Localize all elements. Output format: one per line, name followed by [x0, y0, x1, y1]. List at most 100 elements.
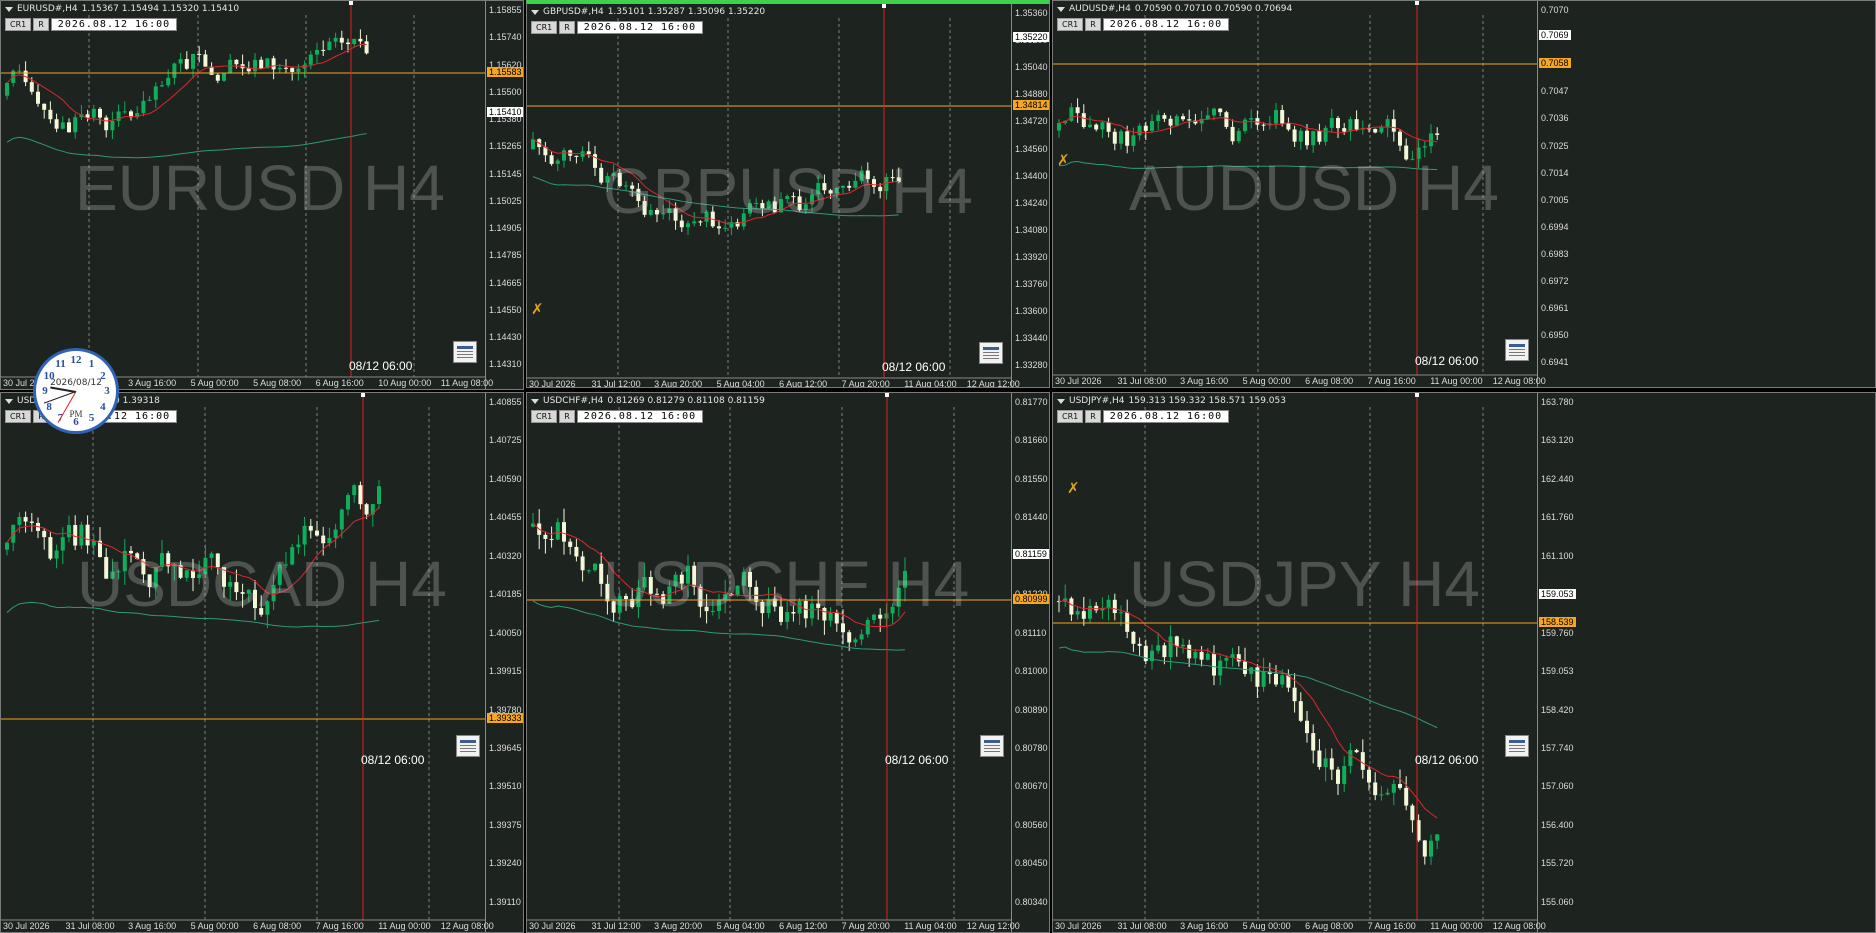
candle-body [1156, 645, 1161, 651]
price-axis[interactable] [1537, 1, 1538, 387]
drawing-object-icon[interactable]: ✗ [531, 300, 544, 318]
datetime-field[interactable]: 2026.08.12 16:00 [576, 410, 704, 423]
price-axis[interactable] [1011, 4, 1012, 387]
candle-body [562, 150, 566, 161]
chart-toolbar: CR1 R 2026.08.12 16:00 [531, 21, 704, 34]
candle-body [1292, 129, 1297, 142]
candle-body [240, 592, 245, 594]
price-tick-label: 0.81110 [1015, 627, 1047, 638]
chart-header: USDJPY#,H4 159.313 159.332 158.571 159.0… [1057, 396, 1286, 406]
r-button[interactable]: R [33, 18, 49, 31]
datetime-field[interactable]: 2026.08.12 16:00 [50, 18, 178, 31]
window-menu-icon[interactable] [531, 398, 539, 404]
candle-body [655, 210, 659, 215]
candle-body [1094, 605, 1099, 611]
datetime-field[interactable]: 2026.08.12 16:00 [1102, 18, 1230, 31]
candle-body [333, 37, 338, 42]
price-tick-label: 0.6961 [1541, 303, 1569, 314]
candle-body [865, 619, 870, 635]
candle-body [1373, 782, 1378, 796]
chart-window-1[interactable]: EURUSD#,H4 1.15367 1.15494 1.15320 1.154… [0, 0, 524, 390]
price-chart[interactable] [1, 393, 524, 933]
cr-button[interactable]: CR1 [1057, 18, 1084, 31]
price-tick-label: 1.33600 [1015, 306, 1048, 317]
candle-body [549, 155, 554, 164]
window-menu-icon[interactable] [5, 6, 13, 12]
chart-window-3[interactable]: AUDUSD#,H4 0.70590 0.70710 0.70590 0.706… [1052, 0, 1876, 388]
price-axis[interactable] [485, 1, 486, 389]
candle-body [692, 565, 697, 587]
price-chart[interactable] [1053, 393, 1876, 933]
candle-body [246, 589, 251, 594]
chart-properties-icon[interactable] [980, 735, 1004, 757]
candle-body [717, 599, 721, 612]
candle-body [1317, 750, 1322, 768]
time-tick-label: 5 Aug 08:00 [253, 378, 302, 388]
candle-body [1081, 113, 1086, 127]
current-price-badge: 1.15410 [487, 107, 523, 117]
candle-body [1069, 598, 1074, 615]
cr-button[interactable]: CR1 [1057, 410, 1084, 423]
drawing-object-icon[interactable]: ✗ [1067, 479, 1080, 497]
time-marker-label: 08/12 06:00 [349, 359, 413, 373]
price-chart[interactable] [527, 4, 1050, 388]
chart-window-6[interactable]: USDJPY#,H4 159.313 159.332 158.571 159.0… [1052, 392, 1876, 933]
price-tick-label: 1.15025 [489, 195, 522, 206]
price-tick-label: 1.34720 [1015, 116, 1048, 127]
cr-button[interactable]: CR1 [5, 410, 32, 423]
cr-button[interactable]: CR1 [5, 18, 32, 31]
candle-body [1174, 636, 1179, 647]
candle-body [1137, 643, 1142, 646]
chart-window-4[interactable]: USDCAD#,H4 1.39270 1.39318CR1 R 2026.08.… [0, 392, 524, 933]
current-price-badge: 159.053 [1539, 589, 1576, 599]
price-chart[interactable] [527, 393, 1050, 933]
price-axis[interactable] [1011, 393, 1012, 932]
window-menu-icon[interactable] [5, 398, 13, 404]
r-button[interactable]: R [1085, 18, 1101, 31]
candle-body [1410, 805, 1415, 821]
drawing-object-icon[interactable]: ✗ [1057, 151, 1070, 169]
candle-body [1174, 116, 1179, 126]
candle-body [1205, 115, 1210, 119]
price-axis[interactable] [1537, 393, 1538, 932]
candle-body [1379, 794, 1384, 796]
cr-button[interactable]: CR1 [531, 410, 558, 423]
time-tick-label: 31 Jul 08:00 [1117, 921, 1167, 931]
candle-body [1348, 750, 1353, 766]
r-button[interactable]: R [559, 21, 575, 34]
price-chart[interactable] [1, 1, 524, 390]
datetime-field[interactable]: 2026.08.12 16:00 [1102, 410, 1230, 423]
window-menu-icon[interactable] [531, 9, 539, 15]
datetime-field[interactable]: 2026.08.12 16:00 [576, 21, 704, 34]
chart-properties-icon[interactable] [456, 735, 480, 757]
time-marker-label: 08/12 06:00 [882, 360, 946, 374]
price-tick-label: 1.15740 [489, 32, 522, 43]
candle-body [1156, 115, 1161, 122]
price-chart[interactable] [1053, 1, 1876, 388]
r-button[interactable]: R [1085, 410, 1101, 423]
price-tick-label: 0.81770 [1015, 397, 1048, 407]
price-tick-label: 155.720 [1541, 858, 1574, 869]
candle-body [85, 524, 90, 546]
cr-button[interactable]: CR1 [531, 21, 558, 34]
chart-properties-icon[interactable] [979, 342, 1003, 364]
candle-body [1354, 119, 1359, 130]
candle-body [617, 596, 622, 613]
price-tick-label: 1.14665 [489, 277, 522, 288]
candle-body [1429, 133, 1433, 147]
chart-window-5[interactable]: USDCHF#,H4 0.81269 0.81279 0.81108 0.811… [526, 392, 1050, 933]
candle-body [1317, 131, 1322, 142]
chart-properties-icon[interactable] [1505, 339, 1529, 361]
r-button[interactable]: R [559, 410, 575, 423]
time-tick-label: 31 Jul 12:00 [591, 921, 641, 931]
chart-properties-icon[interactable] [1505, 735, 1529, 757]
price-axis[interactable] [485, 393, 486, 932]
time-tick-label: 5 Aug 00:00 [190, 921, 239, 931]
price-tick-label: 1.15265 [489, 141, 522, 152]
candle-body [679, 220, 684, 228]
window-menu-icon[interactable] [1057, 398, 1065, 404]
chart-window-2[interactable]: GBPUSD#,H4 1.35101 1.35287 1.35096 1.352… [526, 0, 1050, 388]
analog-clock-widget[interactable]: 2026/08/12 PM 121234567891011 [33, 348, 119, 434]
window-menu-icon[interactable] [1057, 6, 1065, 12]
chart-properties-icon[interactable] [453, 341, 477, 363]
